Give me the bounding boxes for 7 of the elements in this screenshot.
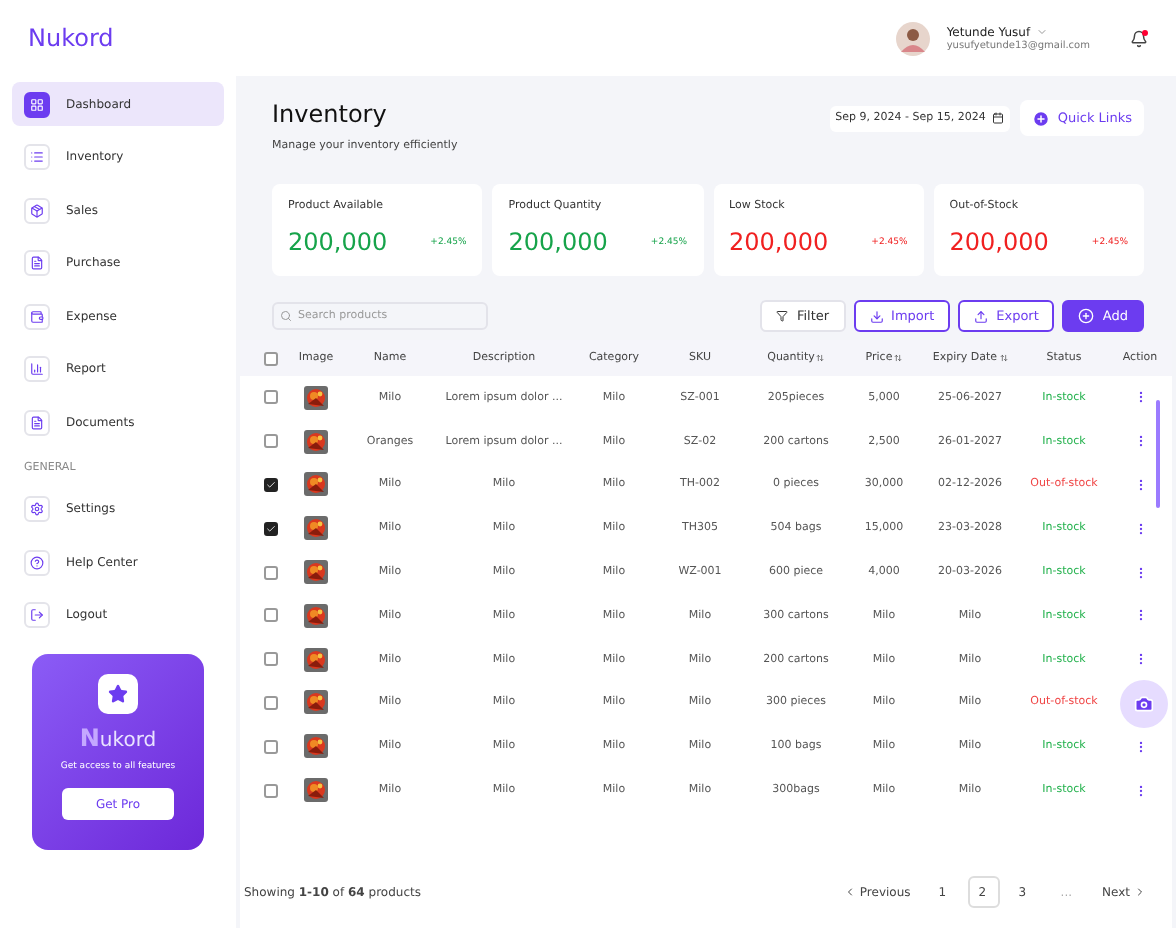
logo: Nukord	[26, 22, 116, 56]
page-title: Inventory	[272, 100, 389, 128]
stat-value: 200,000	[729, 228, 829, 256]
promo-logo: Nukord	[79, 724, 157, 752]
stat-value: 200,000	[508, 228, 608, 256]
stat-value: 200,000	[949, 228, 1049, 256]
stat-value: 200,000	[288, 228, 388, 256]
